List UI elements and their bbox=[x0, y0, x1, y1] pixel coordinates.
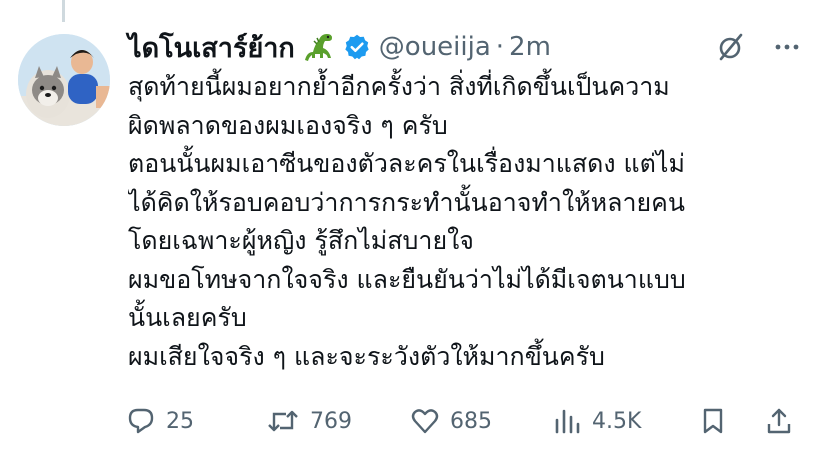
share-button[interactable] bbox=[764, 400, 794, 442]
more-icon[interactable] bbox=[772, 32, 802, 66]
tweet-line: ผิดพลาดของผมเองจริง ๆ ครับ bbox=[128, 110, 448, 140]
reply-count: 25 bbox=[166, 408, 194, 434]
tweet-line: ผมขอโทษจากใจจริง และยืนยันว่าไม่ได้มีเจต… bbox=[128, 264, 686, 294]
timestamp[interactable]: 2m bbox=[509, 32, 551, 62]
like-icon bbox=[410, 406, 440, 436]
repost-count: 769 bbox=[310, 408, 352, 434]
tweet-line: ผมเสียใจจริง ๆ และจะระวังตัวให้มากขึ้นคร… bbox=[128, 341, 605, 371]
username-handle[interactable]: @oueiija bbox=[379, 32, 491, 62]
views-button[interactable]: 4.5K bbox=[552, 400, 641, 442]
grok-icon[interactable] bbox=[716, 32, 746, 66]
bookmark-icon bbox=[698, 406, 728, 436]
thread-connector-line bbox=[62, 0, 65, 22]
tweet-line: โดยเฉพาะผู้หญิง รู้สึกไม่สบายใจ bbox=[128, 226, 474, 255]
share-icon bbox=[764, 406, 794, 436]
repost-button[interactable]: 769 bbox=[266, 400, 352, 442]
dinosaur-emoji bbox=[301, 30, 335, 64]
bookmark-button[interactable] bbox=[698, 400, 728, 442]
verified-badge-icon bbox=[343, 33, 371, 61]
tweet-line: ได้คิดให้รอบคอบว่าการกระทำนั้นอาจทำให้หล… bbox=[128, 187, 685, 217]
avatar-image bbox=[18, 34, 110, 126]
tweet-line: นั้นเลยครับ bbox=[128, 303, 247, 332]
avatar[interactable] bbox=[18, 34, 110, 126]
reply-icon bbox=[126, 406, 156, 436]
views-icon bbox=[552, 406, 582, 436]
reply-button[interactable]: 25 bbox=[126, 400, 194, 442]
display-name[interactable]: ไดโนเสาร์ย้าก bbox=[128, 26, 295, 69]
tweet-actions-bar: 25 769 685 4.5K bbox=[126, 400, 806, 442]
like-button[interactable]: 685 bbox=[410, 400, 492, 442]
separator-dot: · bbox=[495, 32, 505, 62]
tweet-text: สุดท้ายนี้ผมอยากย้ำอีกครั้งว่า สิ่งที่เก… bbox=[128, 68, 808, 376]
tweet-line: สุดท้ายนี้ผมอยากย้ำอีกครั้งว่า สิ่งที่เก… bbox=[128, 72, 670, 101]
views-count: 4.5K bbox=[592, 408, 642, 434]
tweet-header: ไดโนเสาร์ย้าก @oueiija · 2m bbox=[128, 28, 802, 66]
tweet-line: ตอนนั้นผมเอาซีนของตัวละครในเรื่องมาแสดง … bbox=[128, 149, 685, 178]
like-count: 685 bbox=[450, 408, 492, 434]
repost-icon bbox=[266, 406, 300, 436]
